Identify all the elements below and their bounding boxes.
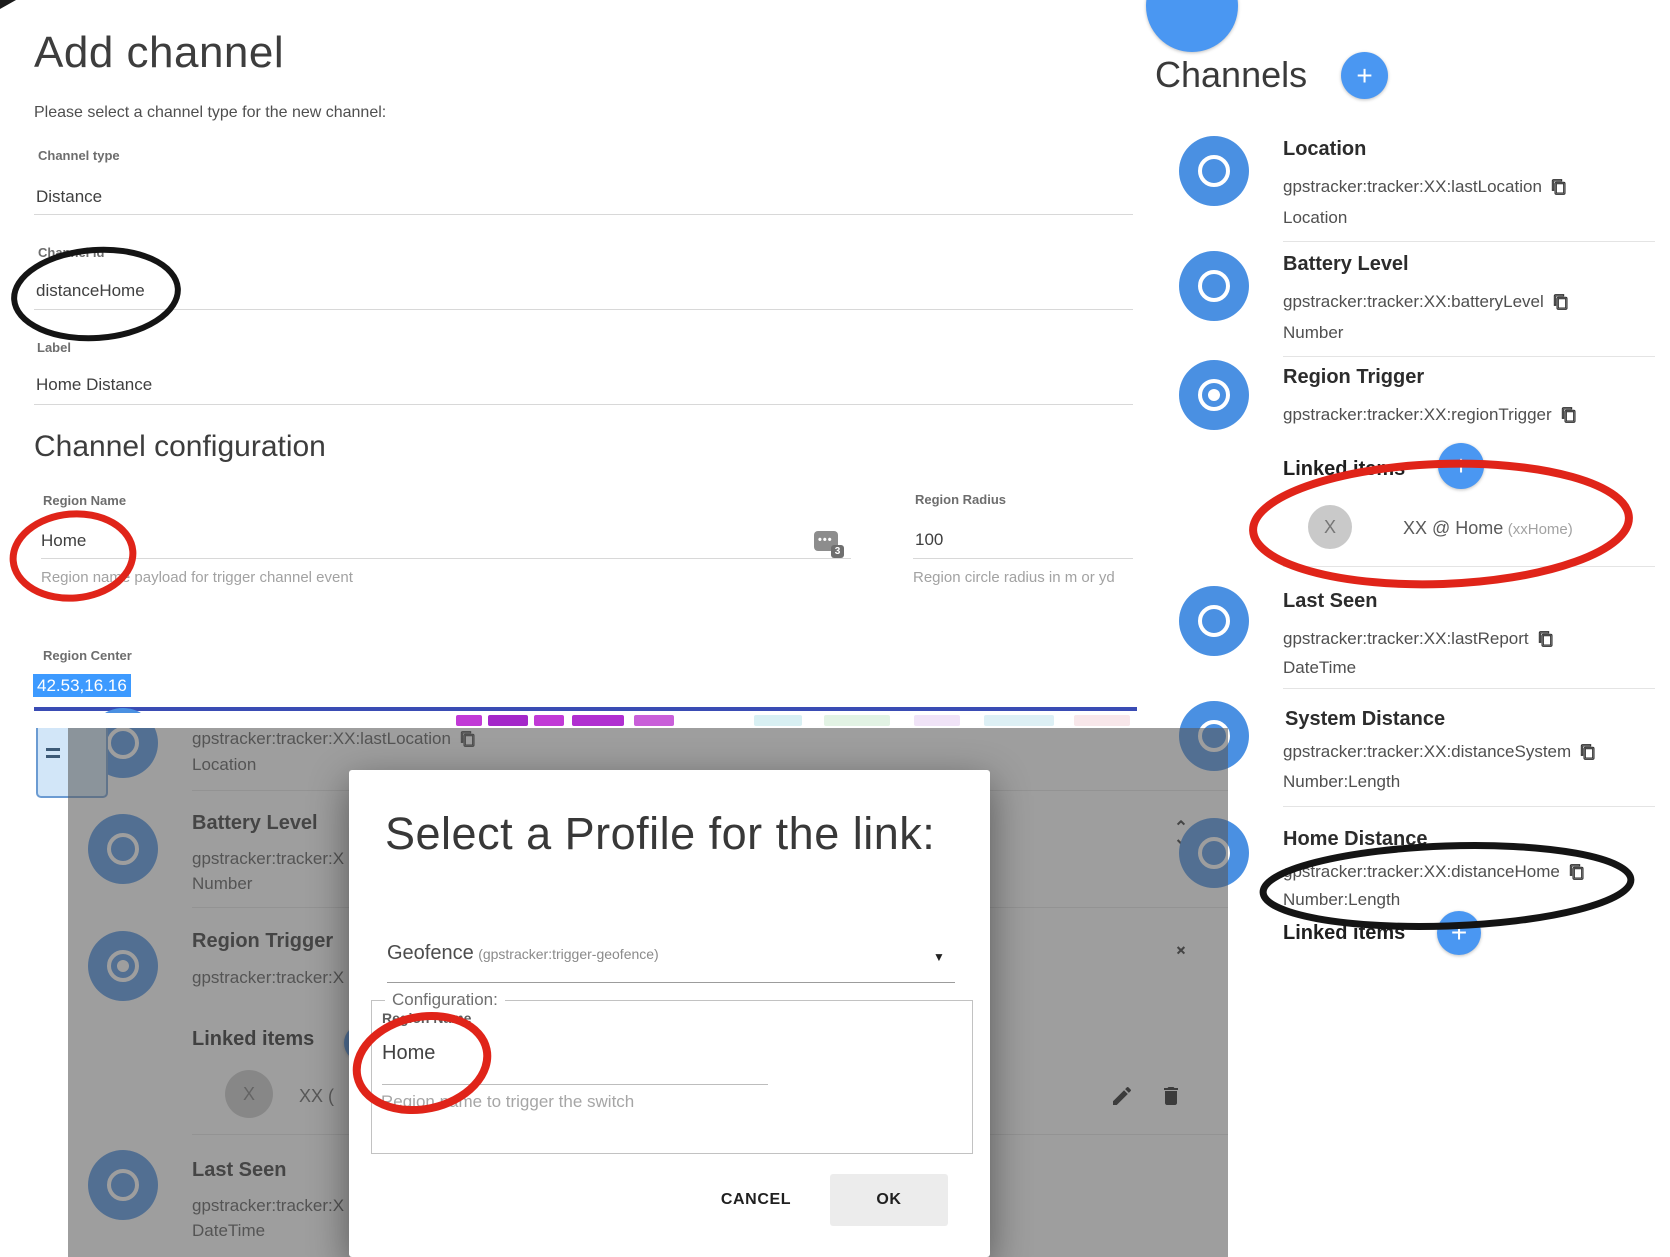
profile-select-uid: (gpstracker:trigger-geofence) [478, 946, 659, 962]
dialog-region-name-underline [382, 1084, 768, 1085]
scrolled-fab-fragment[interactable] [1146, 0, 1238, 52]
channel-uid: gpstracker:tracker:XX:lastReport [1283, 629, 1529, 649]
dialog-region-name-label: Region Name [382, 1010, 471, 1026]
label-underline [34, 404, 1133, 405]
region-center-focus-underline [34, 707, 1137, 711]
region-radius-underline [913, 558, 1133, 559]
channel-avatar-last-seen [1179, 586, 1249, 656]
form-subtitle: Please select a channel type for the new… [34, 104, 386, 122]
channel-type: DateTime [1283, 658, 1356, 678]
channel-type-label: Channel type [38, 148, 120, 163]
channel-uid-row: gpstracker:tracker:XX:batteryLevel [1283, 292, 1569, 312]
copy-icon[interactable] [1561, 406, 1577, 424]
dialog-region-name-input[interactable]: Home [382, 1042, 435, 1065]
region-name-input[interactable]: Home [41, 531, 86, 551]
channel-uid-row: gpstracker:tracker:XX:lastReport [1283, 629, 1554, 649]
channel-uid-row: gpstracker:tracker:XX:distanceSystem [1283, 742, 1596, 762]
region-name-label: Region Name [43, 493, 126, 508]
circle-state-icon [1198, 155, 1230, 187]
region-radius-label: Region Radius [915, 492, 1006, 507]
copy-icon[interactable] [1553, 293, 1569, 311]
channel-uid-row: gpstracker:tracker:XX:lastLocation [1283, 177, 1567, 197]
cancel-button[interactable]: CANCEL [701, 1174, 811, 1226]
region-name-underline [41, 558, 851, 559]
autofill-dots-icon: ••• [818, 534, 833, 546]
configuration-legend: Configuration: [385, 990, 505, 1010]
channel-title: Home Distance [1283, 828, 1428, 851]
add-linked-item-button[interactable]: + [1438, 443, 1484, 489]
copy-icon[interactable] [1569, 863, 1585, 881]
linked-items-heading: Linked items [1283, 458, 1405, 481]
corner-artifact [0, 0, 16, 9]
channel-type: Number:Length [1283, 890, 1400, 910]
linked-item-avatar: X [1308, 505, 1352, 549]
channel-type-underline [34, 214, 1133, 215]
copy-icon[interactable] [1551, 178, 1567, 196]
channel-uid: gpstracker:tracker:XX:lastLocation [1283, 177, 1542, 197]
annotation-red-ellipse-region-name [10, 509, 137, 603]
dot-circle-state-icon [1198, 379, 1230, 411]
autofill-icon[interactable]: ••• 3 [814, 531, 838, 551]
circle-state-icon [1198, 270, 1230, 302]
channel-avatar-battery [1179, 251, 1249, 321]
channel-title: Location [1283, 138, 1366, 161]
autofill-count-badge: 3 [831, 545, 844, 558]
circle-state-icon [1198, 605, 1230, 637]
linked-items-heading: Linked items [1283, 922, 1405, 945]
label-label: Label [37, 340, 71, 355]
channel-title: Battery Level [1283, 253, 1409, 276]
channel-uid-row: gpstracker:tracker:XX:regionTrigger [1283, 405, 1577, 425]
channel-id-label: Channel id [38, 245, 104, 260]
channel-title: Region Trigger [1283, 366, 1424, 389]
region-name-help: Region name payload for trigger channel … [41, 569, 353, 586]
add-channel-button[interactable]: + [1341, 52, 1388, 99]
channel-uid: gpstracker:tracker:XX:regionTrigger [1283, 405, 1552, 425]
copy-icon[interactable] [1538, 630, 1554, 648]
render-artifact-strip [34, 713, 1140, 728]
dialog-region-name-help: Region name to trigger the switch [381, 1092, 634, 1112]
page-title: Add channel [34, 28, 284, 78]
ok-button[interactable]: OK [830, 1174, 948, 1226]
label-input[interactable]: Home Distance [36, 375, 152, 395]
copy-icon[interactable] [1580, 743, 1596, 761]
channel-avatar-location [1179, 136, 1249, 206]
channel-title: Last Seen [1283, 590, 1377, 613]
region-center-input[interactable]: 42.53,16.16 [33, 676, 131, 696]
profile-select-underline [387, 982, 955, 983]
channel-title: System Distance [1285, 708, 1445, 731]
region-center-label: Region Center [43, 648, 132, 663]
channel-uid: gpstracker:tracker:XX:distanceSystem [1283, 742, 1571, 762]
channel-uid-row: gpstracker:tracker:XX:distanceHome [1283, 862, 1585, 882]
channel-id-underline [34, 309, 1133, 310]
dialog-title: Select a Profile for the link: [385, 808, 935, 860]
chevron-down-icon[interactable]: ▼ [933, 950, 945, 964]
app-window: Add channel Please select a channel type… [0, 0, 1670, 1257]
channel-type-value[interactable]: Distance [36, 187, 102, 207]
channel-id-input[interactable]: distanceHome [36, 281, 145, 301]
config-section-title: Channel configuration [34, 430, 326, 464]
region-center-selected-text: 42.53,16.16 [33, 674, 131, 697]
channel-type: Number [1283, 323, 1343, 343]
channel-uid: gpstracker:tracker:XX:batteryLevel [1283, 292, 1544, 312]
channel-uid: gpstracker:tracker:XX:distanceHome [1283, 862, 1560, 882]
channels-panel-title: Channels [1155, 54, 1307, 96]
channel-avatar-region-trigger [1179, 360, 1249, 430]
add-linked-item-button[interactable]: + [1437, 911, 1481, 955]
channel-type: Number:Length [1283, 772, 1400, 792]
region-radius-help: Region circle radius in m or yd [913, 569, 1115, 586]
profile-select[interactable]: Geofence (gpstracker:trigger-geofence) [387, 942, 659, 965]
profile-select-dialog: Select a Profile for the link: Geofence … [349, 770, 990, 1257]
channel-type: Location [1283, 208, 1347, 228]
profile-select-value: Geofence [387, 942, 474, 964]
region-radius-input[interactable]: 100 [915, 530, 943, 550]
linked-item-label[interactable]: XX @ Home (xxHome) [1403, 518, 1573, 539]
